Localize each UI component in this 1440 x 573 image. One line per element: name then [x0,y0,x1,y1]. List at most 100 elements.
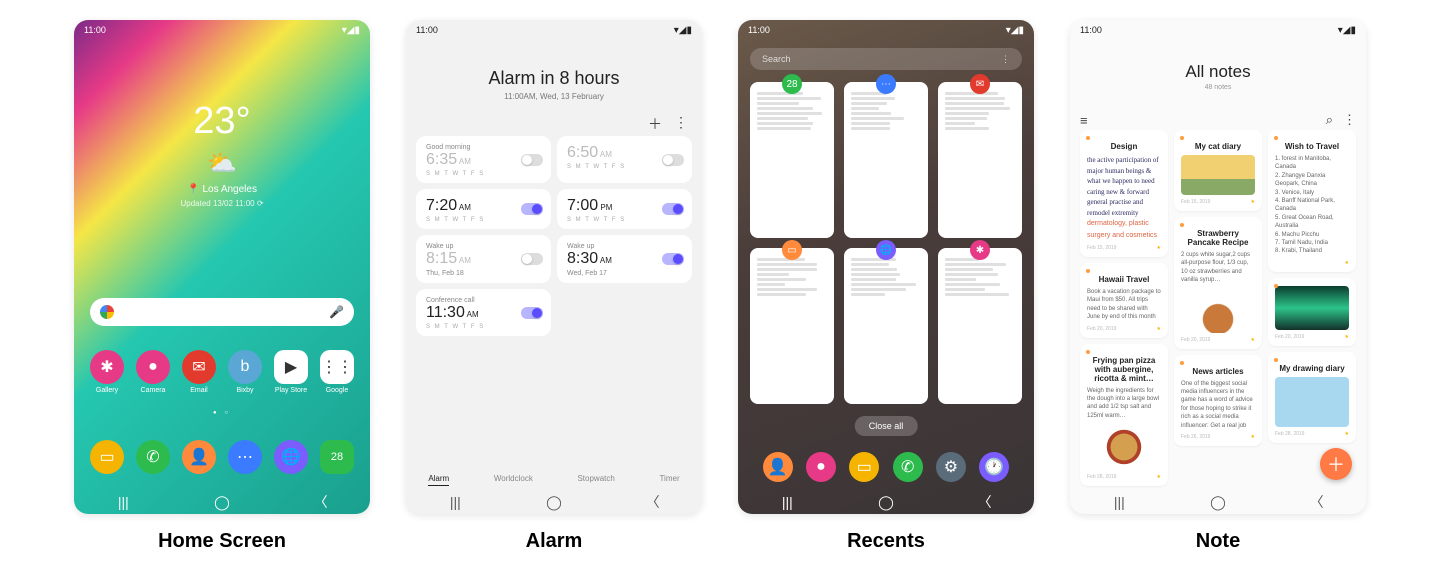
nav-back-icon[interactable]: 〈 [1297,492,1337,512]
alarm-toggle[interactable] [662,154,684,166]
note-column: Wish to Travel1. forest in Manitoba, Can… [1268,130,1356,484]
alarm-toggle[interactable] [662,203,684,215]
caption: Note [1196,530,1240,553]
recent-app-card[interactable]: ▭ [750,248,834,404]
note-card[interactable]: News articlesOne of the biggest social m… [1174,355,1262,446]
app-icon[interactable]: ⋯ [228,440,262,474]
nav-recents-icon[interactable]: ||| [767,494,807,510]
app-icon[interactable]: ✆ [136,440,170,474]
alarm-card[interactable]: Good morning6:35 AMS M T W T F S [416,136,551,183]
nav-back-icon[interactable]: 〈 [301,492,341,512]
nav-home-icon[interactable]: ◯ [1198,494,1238,511]
more-icon[interactable]: ⋮ [1343,112,1356,128]
note-card[interactable]: Wish to Travel1. forest in Manitoba, Can… [1268,130,1356,272]
recents-dock: 👤 ● ▭ ✆ ⚙ 🕐 [738,452,1034,482]
note-card[interactable]: Strawberry Pancake Recipe2 cups white su… [1174,217,1262,349]
app-icon[interactable]: bBixby [228,350,262,394]
recent-app-icon: ▭ [782,240,802,260]
clock-tab[interactable]: Alarm [428,474,449,486]
dock-app-icon[interactable]: 👤 [763,452,793,482]
nav-recents-icon[interactable]: ||| [435,494,475,510]
dock-app-icon[interactable]: ● [806,452,836,482]
close-all-button[interactable]: Close all [855,416,918,436]
alarm-toggle[interactable] [662,253,684,265]
more-icon[interactable]: ⋮ [674,114,688,134]
nav-home-icon[interactable]: ◯ [866,494,906,511]
alarm-card[interactable]: Conference call11:30 AMS M T W T F S [416,289,551,336]
app-icon[interactable]: ✱Gallery [90,350,124,394]
alarm-toggle[interactable] [521,203,543,215]
app-icon[interactable]: 🌐 [274,440,308,474]
nav-back-icon[interactable]: 〈 [633,492,673,512]
dock-app-icon[interactable]: ▭ [849,452,879,482]
nav-bar: ||| ◯ 〈 [74,490,370,514]
nav-back-icon[interactable]: 〈 [965,492,1005,512]
app-icon[interactable]: ⋮⋮Google [320,350,354,394]
alarm-card[interactable]: Wake up8:15 AMThu, Feb 18 [416,235,551,283]
app-row: ✱Gallery ●Camera ✉Email bBixby ▶Play Store ⋮⋮… [74,350,370,394]
recents-search[interactable]: Search ⋮ [750,48,1022,70]
note-card[interactable]: My drawing diaryFeb 28, 2019★ [1268,352,1356,443]
app-icon[interactable]: 👤 [182,440,216,474]
note-card[interactable]: Frying pan pizza with aubergine, ricotta… [1080,344,1168,487]
status-bar: 11:00 ▾◢▮ [406,20,702,40]
alarm-card[interactable]: 7:20 AMS M T W T F S [416,189,551,229]
recent-app-card[interactable]: 🌐 [844,248,928,404]
status-time: 11:00 [1080,25,1102,35]
nav-home-icon[interactable]: ◯ [534,494,574,511]
recent-app-icon: 28 [782,74,802,94]
weather-temp[interactable]: 23° [74,100,370,143]
recent-app-icon: 🌐 [876,240,896,260]
note-card[interactable]: My cat diaryFeb 15, 2019★ [1174,130,1262,211]
mic-icon[interactable]: 🎤 [329,305,344,319]
alarm-toggle[interactable] [521,307,543,319]
alarm-toggle[interactable] [521,154,543,166]
app-icon[interactable]: ▭ [90,440,124,474]
alarm-card[interactable]: 7:00 PMS M T W T F S [557,189,692,229]
nav-bar: ||| ◯ 〈 [1070,490,1366,514]
dock: ▭ ✆ 👤 ⋯ 🌐 28 [74,440,370,474]
note-screen: 11:00 ▾◢▮ All notes 48 notes ≡ ⌕ ⋮ Desig… [1070,20,1366,514]
new-note-fab[interactable]: ＋ [1320,448,1352,480]
more-icon[interactable]: ⋮ [1001,54,1010,65]
alarm-card[interactable]: Wake up8:30 AMWed, Feb 17 [557,235,692,283]
alarm-toggle[interactable] [521,253,543,265]
dock-app-icon[interactable]: ✆ [893,452,923,482]
weather-location[interactable]: 📍 Los Angeles [74,184,370,195]
dock-app-icon[interactable]: ⚙ [936,452,966,482]
clock-tab[interactable]: Stopwatch [577,474,614,486]
page-indicator[interactable]: ● ○ [74,410,370,416]
caption: Alarm [526,530,583,553]
note-card[interactable]: Designthe active participation of major … [1080,130,1168,257]
app-icon[interactable]: 28 [320,440,354,474]
note-column: My cat diaryFeb 15, 2019★Strawberry Panc… [1174,130,1262,484]
status-time: 11:00 [748,25,770,35]
google-search-bar[interactable]: 🎤 [90,298,354,326]
app-icon[interactable]: ●Camera [136,350,170,394]
alarm-card[interactable]: 6:50 AMS M T W T F S [557,136,692,183]
clock-tab[interactable]: Timer [659,474,679,486]
note-card[interactable]: Feb 20, 2019★ [1268,278,1356,346]
search-placeholder: Search [762,54,791,64]
recent-app-card[interactable]: ✱ [938,248,1022,404]
add-alarm-button[interactable]: ＋ [648,114,662,134]
notes-title: All notes [1070,62,1366,82]
nav-recents-icon[interactable]: ||| [103,494,143,510]
clock-tab[interactable]: Worldclock [494,474,533,486]
status-time: 11:00 [84,25,106,35]
app-icon[interactable]: ✉Email [182,350,216,394]
weather-updated: Updated 13/02 11:00 ⟳ [74,199,370,208]
note-card[interactable]: Hawaii TravelBook a vacation package to … [1080,263,1168,338]
recent-app-card[interactable]: ⋯ [844,82,928,238]
caption: Home Screen [158,530,286,553]
dock-app-icon[interactable]: 🕐 [979,452,1009,482]
nav-home-icon[interactable]: ◯ [202,494,242,511]
search-icon[interactable]: ⌕ [1326,112,1333,128]
nav-recents-icon[interactable]: ||| [1099,494,1139,510]
menu-icon[interactable]: ≡ [1080,113,1088,128]
recent-app-card[interactable]: ✉ [938,82,1022,238]
recent-app-icon: ⋯ [876,74,896,94]
note-column: Designthe active participation of major … [1080,130,1168,484]
recent-app-card[interactable]: 28 [750,82,834,238]
app-icon[interactable]: ▶Play Store [274,350,308,394]
